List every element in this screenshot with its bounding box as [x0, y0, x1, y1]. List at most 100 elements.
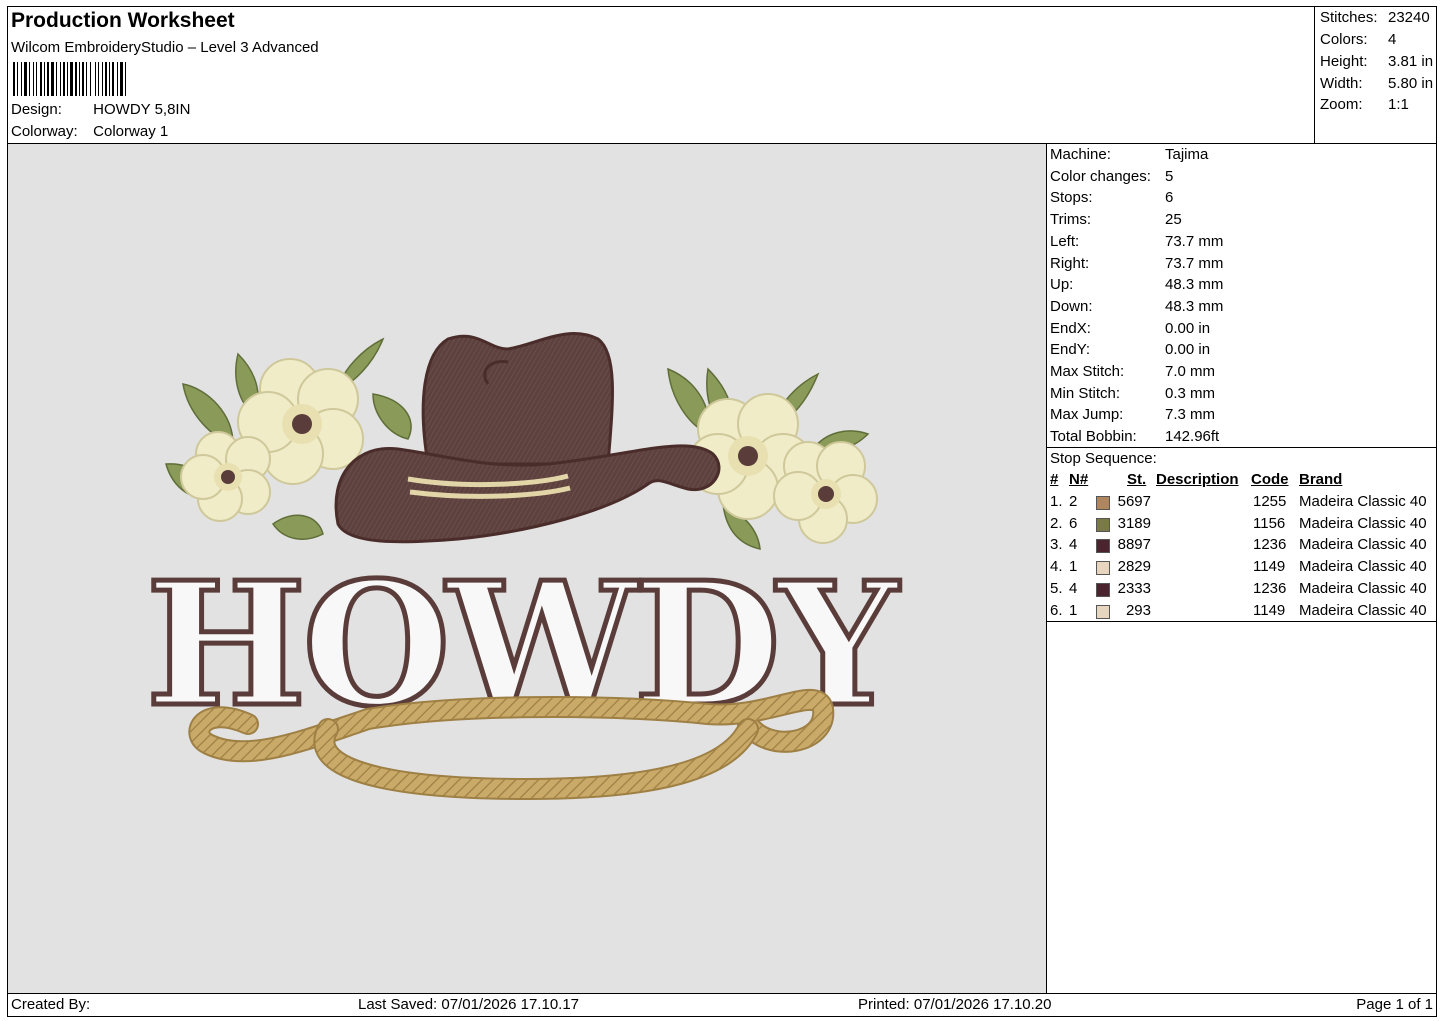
- machine-info-row: Machine: Tajima: [1050, 146, 1208, 163]
- flower-right-small: [773, 441, 878, 544]
- last-saved: Last Saved: 07/01/2026 17.10.17: [358, 996, 580, 1013]
- summary-label: Zoom:: [1320, 96, 1363, 113]
- stop-sequence-title: Stop Sequence:: [1050, 450, 1157, 467]
- thread-brand: Madeira Classic 40: [1299, 601, 1427, 619]
- colorway-name: Colorway 1: [93, 123, 169, 140]
- thread-brand: Madeira Classic 40: [1299, 536, 1427, 554]
- machine-info-value: 73.7 mm: [1165, 254, 1224, 272]
- machine-info-value: 7.0 mm: [1165, 363, 1216, 380]
- stop-row: 4. 1 2829 1149 Madeira Classic 40: [1047, 558, 1436, 580]
- stop-row: 3. 4 8897 1236 Madeira Classic 40: [1047, 536, 1436, 558]
- machine-info-row: Stops: 6: [1050, 189, 1173, 206]
- stitch-count: 2333: [1117, 579, 1151, 597]
- machine-info-value: 142.96ft: [1165, 428, 1220, 446]
- thread-code: 1149: [1253, 558, 1286, 576]
- cowboy-hat: [334, 332, 721, 544]
- summary-label: Stitches:: [1320, 9, 1378, 26]
- stitch-count: 8897: [1117, 536, 1151, 554]
- machine-info-label: Down:: [1050, 297, 1093, 315]
- machine-info-row: Color changes: 5: [1050, 168, 1173, 185]
- col-header-num: #: [1050, 471, 1059, 488]
- machine-info-label: Min Stitch:: [1050, 384, 1121, 402]
- machine-info-row: Min Stitch: 0.3 mm: [1050, 385, 1215, 402]
- machine-info-value: Tajima: [1165, 146, 1209, 163]
- machine-info-row: Up: 48.3 mm: [1050, 276, 1223, 293]
- summary-row: Height: 3.81 in: [1320, 53, 1433, 70]
- stop-number: 5.: [1050, 579, 1063, 597]
- col-header-description: Description: [1156, 471, 1239, 488]
- summary-value: 5.80 in: [1388, 75, 1434, 92]
- machine-info-value: 5: [1165, 167, 1174, 185]
- color-swatch: [1096, 517, 1110, 532]
- worksheet-footer: Created By: Last Saved: 07/01/2026 17.10…: [7, 993, 1437, 1017]
- page-title: Production Worksheet: [11, 9, 235, 32]
- stop-number: 1.: [1050, 493, 1063, 510]
- machine-info-label: EndY:: [1050, 341, 1091, 359]
- flower-left-small: [180, 431, 271, 522]
- thread-brand: Madeira Classic 40: [1299, 579, 1427, 597]
- design-row: Design: HOWDY 5,8IN: [11, 101, 190, 118]
- barcode: [13, 62, 126, 96]
- needle-number: 2: [1069, 493, 1078, 510]
- stitch-count: 2829: [1117, 558, 1151, 576]
- col-header-needle: N#: [1069, 471, 1089, 488]
- color-swatch: [1096, 496, 1110, 510]
- thread-code: 1149: [1253, 601, 1286, 619]
- colorway-label: Colorway:: [11, 123, 78, 140]
- machine-info-label: Trims:: [1050, 211, 1092, 229]
- summary-label: Width:: [1320, 75, 1363, 92]
- design-summary: Stitches: 23240 Colors: 4 Height: 3.81 in W…: [1314, 7, 1437, 143]
- embroidery-design: HOWDY: [143, 332, 906, 801]
- stop-number: 4.: [1050, 558, 1063, 576]
- stop-sequence: Stop Sequence: # N# St. Description Code…: [1047, 447, 1436, 622]
- needle-number: 4: [1069, 579, 1078, 597]
- col-header-code: Code: [1251, 471, 1289, 488]
- machine-info-row: EndX: 0.00 in: [1050, 320, 1210, 337]
- summary-value: 3.81 in: [1388, 53, 1434, 70]
- thread-brand: Madeira Classic 40: [1299, 514, 1427, 532]
- printed-date: Printed: 07/01/2026 17.10.20: [858, 996, 1052, 1013]
- machine-info-row: Total Bobbin: 142.96ft: [1050, 428, 1219, 445]
- summary-row: Stitches: 23240: [1320, 9, 1430, 26]
- needle-number: 6: [1069, 514, 1078, 532]
- machine-info-label: Up:: [1050, 276, 1074, 294]
- thread-brand: Madeira Classic 40: [1299, 493, 1427, 510]
- machine-info-label: Stops:: [1050, 189, 1093, 207]
- machine-info-row: Down: 48.3 mm: [1050, 298, 1223, 315]
- machine-info-label: EndX:: [1050, 319, 1091, 337]
- machine-info-value: 48.3 mm: [1165, 297, 1224, 315]
- machine-info-value: 73.7 mm: [1165, 232, 1224, 250]
- machine-info-label: Total Bobbin:: [1050, 428, 1137, 446]
- machine-info-value: 48.3 mm: [1165, 276, 1224, 294]
- stop-row: 6. 1 293 1149 Madeira Classic 40: [1047, 602, 1436, 624]
- colorway-row: Colorway: Colorway 1: [11, 123, 168, 140]
- machine-info: Machine: Tajima Color changes: 5 Stops: 6 Trim…: [1047, 144, 1436, 448]
- stop-number: 2.: [1050, 514, 1063, 532]
- created-by: Created By:: [11, 996, 91, 1013]
- needle-number: 1: [1069, 601, 1078, 619]
- machine-info-value: 6: [1165, 189, 1174, 207]
- stitch-count: 5697: [1117, 493, 1151, 510]
- thread-code: 1236: [1253, 536, 1287, 554]
- summary-row: Colors: 4: [1320, 31, 1396, 48]
- machine-info-value: 25: [1165, 211, 1182, 229]
- stop-number: 6.: [1050, 601, 1063, 619]
- summary-label: Colors:: [1320, 31, 1368, 48]
- machine-info-row: Right: 73.7 mm: [1050, 255, 1223, 272]
- machine-info-value: 0.00 in: [1165, 341, 1211, 359]
- thread-code: 1156: [1253, 514, 1286, 532]
- summary-value: 4: [1388, 31, 1397, 48]
- col-header-brand: Brand: [1299, 471, 1343, 488]
- needle-number: 1: [1069, 558, 1078, 576]
- machine-info-value: 7.3 mm: [1165, 406, 1216, 424]
- thread-code: 1236: [1253, 579, 1287, 597]
- summary-row: Zoom: 1:1: [1320, 96, 1409, 113]
- machine-info-label: Max Jump:: [1050, 406, 1124, 424]
- color-swatch: [1096, 561, 1110, 576]
- color-swatch: [1096, 604, 1110, 619]
- software-name: Wilcom EmbroideryStudio – Level 3 Advanc…: [11, 39, 319, 56]
- machine-info-label: Max Stitch:: [1050, 363, 1125, 380]
- needle-number: 4: [1069, 536, 1078, 554]
- machine-info-label: Left:: [1050, 232, 1080, 250]
- stop-row: 1. 2 5697 1255 Madeira Classic 40: [1047, 493, 1436, 515]
